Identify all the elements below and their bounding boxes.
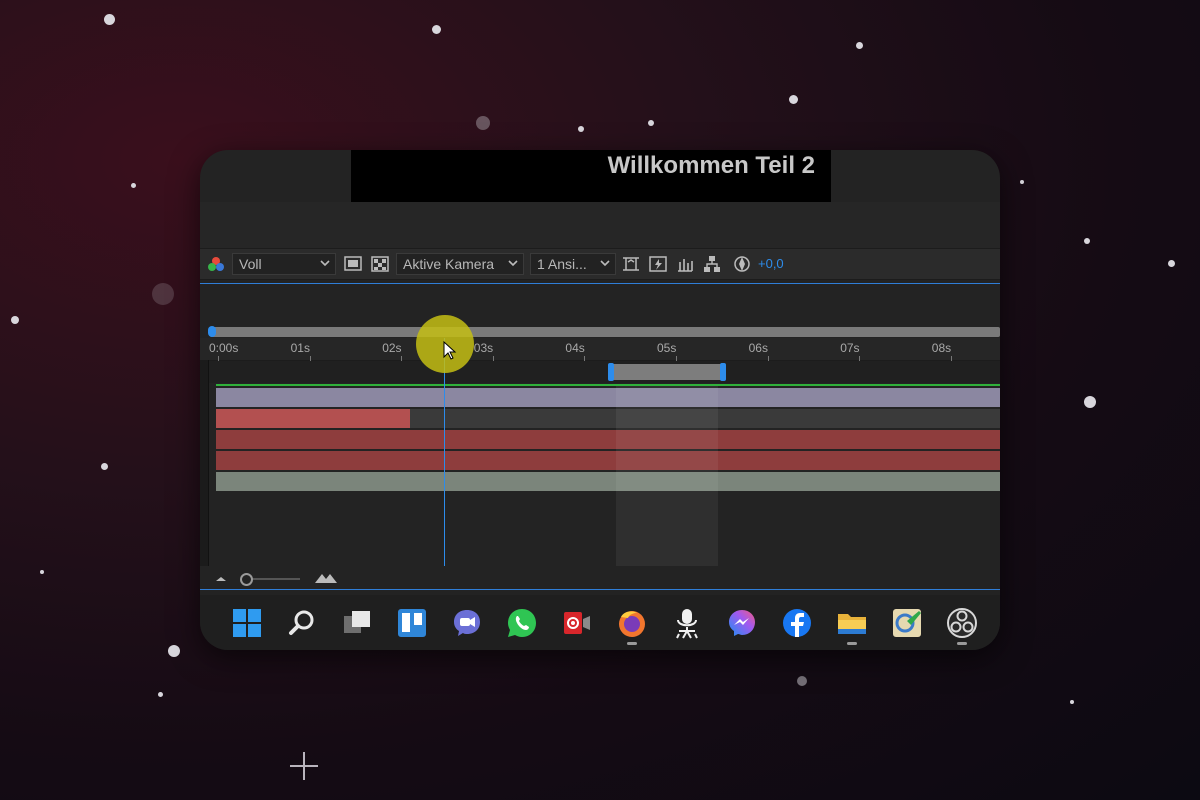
ruler-label: 04s (565, 341, 585, 355)
star (1084, 238, 1090, 244)
zoom-slider-knob[interactable] (240, 573, 253, 586)
star (158, 692, 163, 697)
star (1020, 180, 1024, 184)
crosshair-icon (290, 752, 318, 780)
star (152, 283, 174, 305)
star (11, 316, 19, 324)
firefox-icon[interactable] (614, 605, 650, 645)
star (797, 676, 807, 686)
star (789, 95, 798, 104)
ruler-label: 0:00s (209, 341, 239, 355)
star (432, 25, 441, 34)
exposure-value[interactable]: +0,0 (758, 253, 784, 275)
star (1084, 396, 1096, 408)
reset-camera-icon[interactable] (620, 253, 642, 275)
messenger-icon[interactable] (724, 605, 760, 641)
zoom-out-icon[interactable] (214, 572, 228, 584)
teams-chat-icon[interactable] (449, 605, 485, 641)
time-ruler[interactable]: 0:00s 01s 02s 03s 04s 05s 06s 07s 08s (200, 338, 1000, 366)
flowchart-icon[interactable] (701, 253, 723, 275)
star (578, 126, 584, 132)
star (40, 570, 44, 574)
running-indicator (847, 642, 857, 645)
chevron-down-icon (320, 260, 330, 267)
resolution-value: Voll (239, 256, 262, 272)
mouse-cursor-icon (443, 341, 457, 360)
layer-bar-segment[interactable] (216, 409, 410, 428)
layer-bar[interactable] (216, 430, 1000, 449)
star (101, 463, 108, 470)
chevron-down-icon (508, 260, 518, 267)
obs-studio-icon[interactable] (944, 605, 980, 645)
camera-dropdown[interactable]: Aktive Kamera (396, 253, 524, 275)
camera-value: Aktive Kamera (403, 256, 495, 272)
running-indicator (627, 642, 637, 645)
windows-taskbar (200, 595, 1000, 650)
work-area-end-handle[interactable] (720, 363, 726, 381)
chevron-down-icon (600, 260, 610, 267)
timeline-zoom-row (200, 568, 1000, 590)
snapshot-icon[interactable] (674, 253, 696, 275)
running-indicator (957, 642, 967, 645)
region-of-interest-icon[interactable] (342, 253, 364, 275)
video-title-bar: Willkommen Teil 2 (351, 150, 831, 202)
windows-start-icon[interactable] (229, 605, 265, 641)
task-view-icon[interactable] (339, 605, 375, 641)
viewer-toolbar: Voll Aktive Kamera 1 Ansi... +0,0 (200, 248, 1000, 280)
timeline-panel: 0:00s 01s 02s 03s 04s 05s 06s 07s 08s (200, 283, 1000, 590)
reset-exposure-icon[interactable] (731, 253, 753, 275)
star (476, 116, 490, 130)
search-icon[interactable] (284, 605, 320, 641)
ruler-label: 05s (657, 341, 677, 355)
time-navigator-start-handle[interactable] (208, 326, 216, 337)
facebook-icon[interactable] (779, 605, 815, 641)
star (856, 42, 863, 49)
layer-bar[interactable] (216, 472, 1000, 491)
ruler-label: 03s (473, 341, 494, 355)
views-value: 1 Ansi... (537, 256, 587, 272)
layer-bar[interactable] (216, 388, 1000, 407)
paint-app-icon[interactable] (889, 605, 925, 641)
composition-preview (200, 202, 1000, 248)
zoom-slider-track[interactable] (246, 578, 300, 580)
video-title: Willkommen Teil 2 (607, 152, 815, 179)
file-explorer-icon[interactable] (834, 605, 870, 645)
star (648, 120, 654, 126)
star (104, 14, 115, 25)
layer-gutter (200, 360, 209, 566)
render-status-line (216, 384, 1000, 386)
transparency-grid-icon[interactable] (369, 253, 391, 275)
ruler-label: 07s (840, 341, 860, 355)
ruler-label: 08s (931, 341, 952, 355)
ruler-label: 02s (382, 341, 402, 355)
trello-icon[interactable] (394, 605, 430, 641)
star (131, 183, 136, 188)
tts-app-icon[interactable] (669, 605, 705, 641)
color-channels-icon[interactable] (206, 253, 228, 275)
ruler-label: 01s (290, 341, 310, 355)
star (168, 645, 180, 657)
resolution-dropdown[interactable]: Voll (232, 253, 336, 275)
screen-recorder-icon[interactable] (559, 605, 595, 641)
screen-recording-frame: Willkommen Teil 2 Voll Aktive Kamera 1 A… (200, 150, 1000, 650)
time-navigator-bar[interactable] (210, 327, 1000, 337)
ruler-label: 06s (748, 341, 768, 355)
whatsapp-icon[interactable] (504, 605, 540, 641)
work-area-start-handle[interactable] (608, 363, 614, 381)
layer-bar[interactable] (216, 451, 1000, 470)
star (1070, 700, 1074, 704)
work-area-shade (616, 386, 718, 566)
work-area-bar[interactable] (612, 364, 722, 380)
views-dropdown[interactable]: 1 Ansi... (530, 253, 616, 275)
zoom-in-icon[interactable] (314, 571, 338, 585)
work-area-row (200, 361, 1000, 383)
fast-preview-icon[interactable] (647, 253, 669, 275)
star (1168, 260, 1175, 267)
